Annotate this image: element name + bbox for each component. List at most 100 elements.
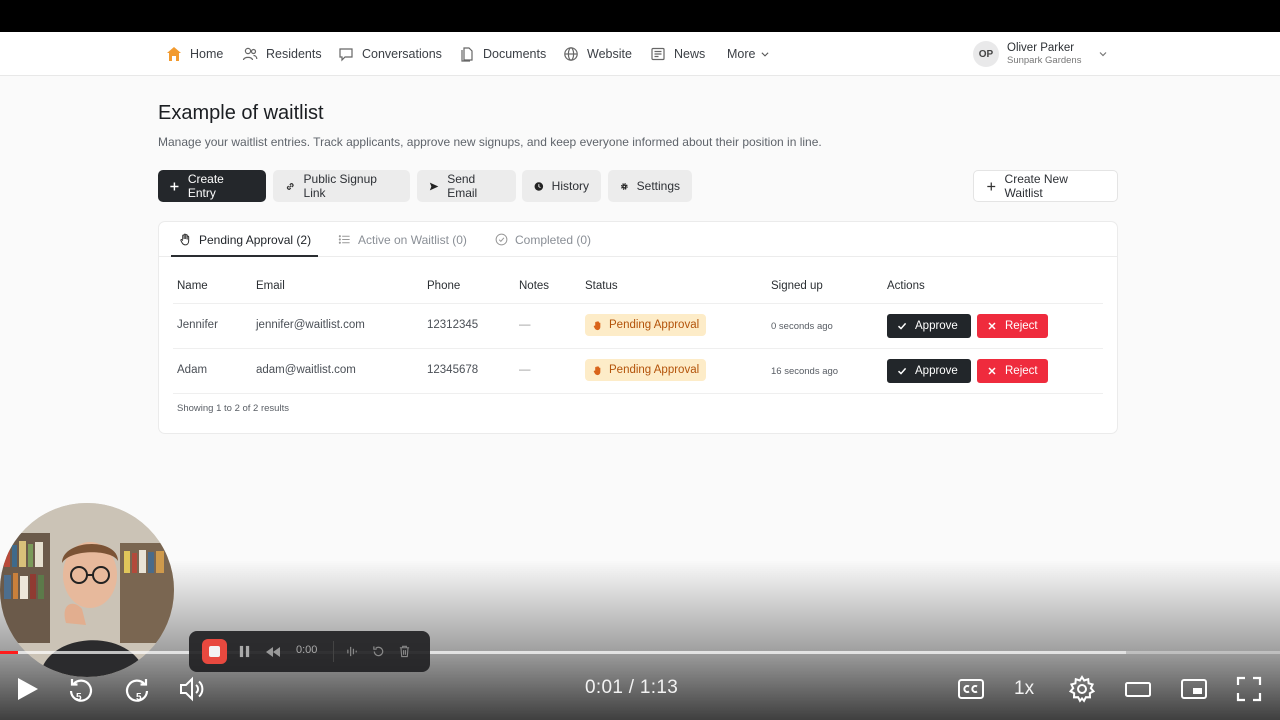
- create-new-waitlist-button[interactable]: Create New Waitlist: [973, 170, 1118, 202]
- approve-button[interactable]: Approve: [887, 359, 971, 383]
- column-header-actions: Actions: [887, 280, 925, 292]
- send-icon: [429, 182, 439, 190]
- tab-pending-approval-label: Pending Approval (2): [199, 232, 312, 247]
- reject-button[interactable]: Reject: [977, 314, 1048, 338]
- restart-icon[interactable]: [372, 645, 385, 658]
- public-signup-link-label: Public Signup Link: [303, 172, 377, 200]
- skip-forward-button[interactable]: 5: [123, 675, 151, 703]
- reject-button[interactable]: Reject: [977, 359, 1048, 383]
- cell-phone: 12345678: [427, 364, 479, 376]
- nav-label-residents: Residents: [266, 47, 322, 61]
- tab-pending-approval[interactable]: Pending Approval (2): [179, 222, 311, 257]
- tab-active-on-waitlist-label: Active on Waitlist (0): [358, 232, 467, 247]
- volume-button[interactable]: [178, 675, 206, 703]
- miniplayer-button[interactable]: [1180, 675, 1208, 703]
- status-text: Pending Approval: [609, 319, 700, 331]
- history-button[interactable]: History: [522, 170, 601, 202]
- stop-recording-button[interactable]: [202, 639, 227, 664]
- waveform-icon[interactable]: [346, 645, 359, 658]
- nav-item-documents[interactable]: Documents: [459, 32, 546, 76]
- fullscreen-icon: [1236, 676, 1262, 702]
- tab-completed-label: Completed (0): [515, 232, 592, 247]
- gear-icon: [1068, 675, 1096, 703]
- column-header-status: Status: [585, 280, 618, 292]
- cell-notes: —: [519, 319, 531, 331]
- nav-item-residents[interactable]: Residents: [242, 32, 322, 76]
- list-icon: [338, 235, 350, 244]
- home-icon: [167, 47, 181, 61]
- link-icon: [286, 182, 294, 190]
- public-signup-link-button[interactable]: Public Signup Link: [273, 170, 410, 202]
- cell-email: adam@waitlist.com: [256, 364, 356, 376]
- column-header-signed-up: Signed up: [771, 280, 823, 292]
- status-text: Pending Approval: [609, 364, 700, 376]
- check-circle-icon: [495, 233, 508, 246]
- video-time-display: 0:01 / 1:13: [585, 677, 679, 698]
- create-new-waitlist-label: Create New Waitlist: [1004, 172, 1068, 200]
- screen-recorder-toolbar: 0:00: [189, 631, 430, 672]
- play-button[interactable]: [13, 675, 41, 703]
- skip-back-button[interactable]: 5: [67, 675, 95, 703]
- page-subtitle: Manage your waitlist entries. Track appl…: [158, 135, 822, 149]
- user-name: Oliver Parker: [1007, 41, 1075, 54]
- playback-speed-button[interactable]: 1x: [1014, 678, 1034, 700]
- fullscreen-button[interactable]: [1235, 675, 1263, 703]
- cell-signed-up: 0 seconds ago: [771, 321, 833, 332]
- chevron-down-icon: [761, 52, 770, 57]
- skip-forward-seconds: 5: [136, 692, 142, 703]
- pagination-summary: Showing 1 to 2 of 2 results: [177, 403, 289, 414]
- reject-label: Reject: [1005, 320, 1038, 332]
- nav-label-more: More: [727, 47, 756, 61]
- plus-icon: [170, 181, 179, 191]
- rewind-icon[interactable]: [265, 646, 281, 658]
- column-header-phone: Phone: [427, 280, 461, 292]
- plus-icon: [987, 182, 996, 190]
- replay-5-icon: 5: [69, 679, 93, 703]
- captions-button[interactable]: [957, 675, 985, 703]
- user-menu[interactable]: OP Oliver Parker Sunpark Gardens: [973, 40, 1107, 68]
- cell-email: jennifer@waitlist.com: [256, 319, 365, 331]
- progress-buffered: [0, 651, 1127, 654]
- user-organization: Sunpark Gardens: [1007, 54, 1082, 66]
- send-email-label: Send Email: [447, 172, 478, 200]
- check-icon: [897, 367, 907, 375]
- settings-gear-button[interactable]: [1068, 675, 1096, 703]
- theater-mode-button[interactable]: [1124, 675, 1152, 703]
- send-email-button[interactable]: Send Email: [417, 170, 516, 202]
- top-navigation: Home Residents Conversations Documents W…: [0, 32, 1280, 76]
- trash-icon[interactable]: [398, 644, 411, 658]
- column-header-email: Email: [256, 280, 285, 292]
- cell-name: Adam: [177, 364, 208, 376]
- nav-item-news[interactable]: News: [650, 32, 705, 76]
- hand-icon: [593, 320, 601, 330]
- waitlist-tabs: Pending Approval (2) Active on Waitlist …: [159, 222, 1117, 257]
- tab-completed[interactable]: Completed (0): [495, 222, 591, 257]
- tab-active-on-waitlist[interactable]: Active on Waitlist (0): [338, 222, 467, 257]
- cell-signed-up: 16 seconds ago: [771, 366, 839, 377]
- news-icon: [651, 47, 665, 61]
- cell-notes: —: [519, 364, 531, 376]
- documents-icon: [461, 47, 473, 62]
- nav-item-website[interactable]: Website: [563, 32, 632, 76]
- nav-item-more[interactable]: More: [727, 32, 770, 76]
- row-divider: [173, 393, 1103, 394]
- recorder-divider: [333, 641, 334, 662]
- theater-mode-icon: [1125, 682, 1151, 697]
- nav-label-home: Home: [190, 47, 224, 61]
- nav-item-home[interactable]: Home: [166, 32, 223, 76]
- create-entry-button[interactable]: Create Entry: [158, 170, 266, 202]
- waitlist-card: Pending Approval (2) Active on Waitlist …: [158, 221, 1118, 434]
- skip-back-seconds: 5: [76, 692, 82, 703]
- status-badge: Pending Approval: [585, 359, 707, 381]
- hand-icon: [180, 233, 190, 246]
- close-icon: [988, 367, 996, 375]
- nav-item-conversations[interactable]: Conversations: [338, 32, 442, 76]
- nav-label-website: Website: [587, 47, 632, 61]
- reject-label: Reject: [1005, 365, 1038, 377]
- page-title: Example of waitlist: [158, 102, 324, 124]
- status-badge: Pending Approval: [585, 314, 707, 336]
- pause-icon[interactable]: [238, 645, 251, 658]
- settings-button[interactable]: Settings: [608, 170, 692, 202]
- approve-button[interactable]: Approve: [887, 314, 971, 338]
- nav-label-documents: Documents: [483, 47, 547, 61]
